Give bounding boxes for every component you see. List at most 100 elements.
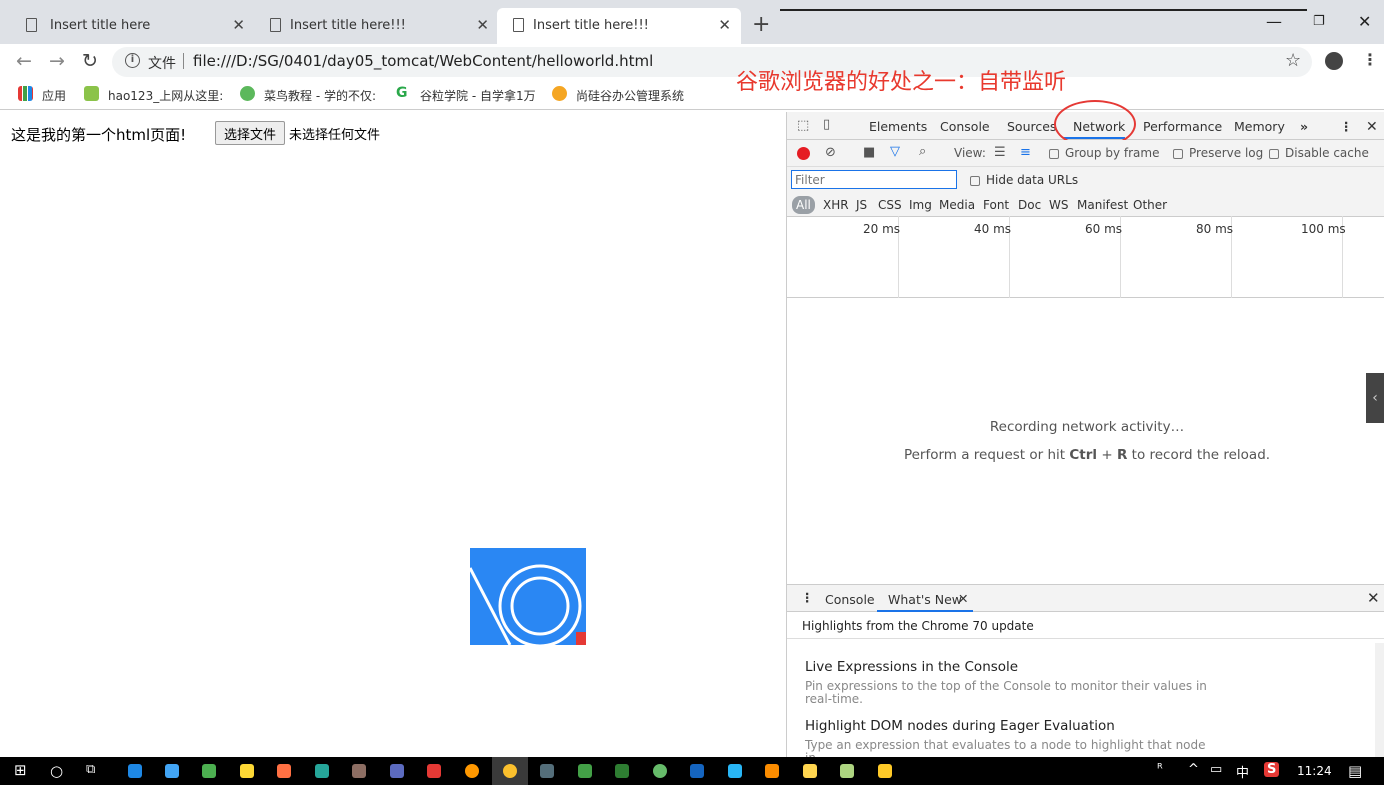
- close-devtools-icon[interactable]: ✕: [1366, 119, 1378, 135]
- info-icon[interactable]: i: [125, 53, 140, 68]
- eclipse-icon[interactable]: [540, 764, 554, 778]
- whats-new-item-title[interactable]: Live Expressions in the Console: [805, 659, 1018, 675]
- app-icon[interactable]: [615, 764, 629, 778]
- minimize-icon[interactable]: —: [1266, 12, 1282, 31]
- firefox-icon[interactable]: [465, 764, 479, 778]
- kebab-menu-icon[interactable]: ⋮: [1362, 50, 1378, 69]
- disable-cache-checkbox[interactable]: Disable cache: [1269, 146, 1369, 160]
- notification-icon[interactable]: ▤: [1348, 762, 1362, 780]
- people-icon[interactable]: ᴿ: [1157, 762, 1163, 777]
- app-icon[interactable]: [277, 764, 291, 778]
- player-icon[interactable]: [315, 764, 329, 778]
- notepad-icon[interactable]: [840, 764, 854, 778]
- device-toolbar-icon[interactable]: ▯: [823, 117, 830, 132]
- tab-3-active[interactable]: Insert title here!!! ✕: [497, 8, 741, 44]
- page-icon: [513, 18, 524, 32]
- screenshot-icon[interactable]: ■: [863, 145, 875, 160]
- ie-icon[interactable]: [165, 764, 179, 778]
- tab-1[interactable]: Insert title here ✕: [10, 8, 255, 44]
- taskbar-clock[interactable]: 11:24: [1297, 764, 1332, 778]
- app-icon[interactable]: [578, 764, 592, 778]
- type-filter-ws[interactable]: WS: [1049, 198, 1068, 212]
- choose-file-button[interactable]: 选择文件: [215, 121, 285, 145]
- app-icon[interactable]: [690, 764, 704, 778]
- bookmark-runoob[interactable]: 菜鸟教程 - 学的不仅:: [264, 87, 376, 104]
- url-text[interactable]: file:///D:/SG/0401/day05_tomcat/WebConte…: [193, 52, 653, 70]
- browser-window: Insert title here ✕ Insert title here!!!…: [0, 0, 1384, 757]
- close-drawer-icon[interactable]: ✕: [1367, 589, 1380, 607]
- more-tabs-icon[interactable]: »: [1300, 119, 1308, 134]
- type-filter-font[interactable]: Font: [983, 198, 1009, 212]
- bookmark-atguigu[interactable]: 尚硅谷办公管理系统: [576, 87, 684, 104]
- reload-icon[interactable]: ↻: [82, 50, 98, 72]
- bookmark-star-icon[interactable]: ☆: [1285, 50, 1301, 71]
- tab-2[interactable]: Insert title here!!! ✕: [254, 8, 499, 44]
- type-filter-media[interactable]: Media: [939, 198, 975, 212]
- hide-data-urls-checkbox[interactable]: Hide data URLs: [970, 173, 1078, 187]
- preserve-log-checkbox[interactable]: Preserve log: [1173, 146, 1263, 160]
- windows-start-icon[interactable]: ⊞: [14, 761, 27, 779]
- task-view-icon[interactable]: ⧉: [86, 762, 95, 777]
- close-whats-new-icon[interactable]: ✕: [958, 591, 968, 606]
- app-icon[interactable]: [803, 764, 817, 778]
- account-icon[interactable]: [1325, 52, 1343, 70]
- bookmark-guli[interactable]: 谷粒学院 - 自学拿1万: [420, 87, 536, 104]
- type-filter-xhr[interactable]: XHR: [823, 198, 849, 212]
- sidebar-collapse-icon[interactable]: ‹: [1366, 373, 1384, 423]
- type-filter-css[interactable]: CSS: [878, 198, 902, 212]
- app-icon[interactable]: [728, 764, 742, 778]
- file-explorer-icon[interactable]: [878, 764, 892, 778]
- qq-icon[interactable]: [240, 764, 254, 778]
- clear-icon[interactable]: ⊘: [825, 145, 836, 160]
- type-filter-all[interactable]: All: [792, 196, 815, 214]
- close-icon[interactable]: ✕: [232, 16, 245, 34]
- type-filter-doc[interactable]: Doc: [1018, 198, 1041, 212]
- recording-message: Recording network activity…: [989, 419, 1185, 435]
- tab-sources[interactable]: Sources: [1007, 119, 1056, 134]
- edge-icon[interactable]: [128, 764, 142, 778]
- type-filter-js[interactable]: JS: [856, 198, 867, 212]
- close-icon[interactable]: ✕: [476, 16, 489, 34]
- whats-new-item-title[interactable]: Highlight DOM nodes during Eager Evaluat…: [805, 718, 1115, 734]
- search-icon[interactable]: ⌕: [919, 144, 926, 159]
- input-method-icon[interactable]: 中: [1236, 762, 1249, 781]
- record-icon[interactable]: [797, 147, 810, 160]
- sogou-icon[interactable]: S: [1264, 762, 1280, 777]
- forward-icon[interactable]: →: [49, 50, 65, 72]
- drawer-tab-whats-new[interactable]: What's New: [888, 592, 962, 607]
- filter-icon[interactable]: ▽: [890, 144, 900, 159]
- back-icon[interactable]: ←: [16, 50, 32, 72]
- tab-console[interactable]: Console: [940, 119, 990, 134]
- filter-input[interactable]: [791, 170, 957, 189]
- close-window-icon[interactable]: ✕: [1358, 12, 1371, 31]
- bookmark-hao123[interactable]: hao123_上网从这里:: [108, 87, 223, 104]
- app-icon[interactable]: [653, 764, 667, 778]
- app-icon[interactable]: [765, 764, 779, 778]
- devtools-menu-icon[interactable]: ⋮: [1340, 119, 1353, 134]
- group-by-frame-checkbox[interactable]: Group by frame: [1049, 146, 1159, 160]
- tab-performance[interactable]: Performance: [1143, 119, 1222, 134]
- app-icon[interactable]: [352, 764, 366, 778]
- restore-icon[interactable]: ❐: [1313, 14, 1325, 29]
- drawer-tab-console[interactable]: Console: [825, 592, 875, 607]
- cortana-icon[interactable]: ○: [50, 762, 63, 780]
- tab-memory[interactable]: Memory: [1234, 119, 1285, 134]
- drawer-scrollbar[interactable]: [1375, 643, 1384, 757]
- close-icon[interactable]: ✕: [718, 16, 731, 34]
- type-filter-img[interactable]: Img: [909, 198, 932, 212]
- tab-elements[interactable]: Elements: [869, 119, 927, 134]
- chrome-icon[interactable]: [503, 764, 517, 778]
- app-icon[interactable]: [390, 764, 404, 778]
- app-icon[interactable]: [427, 764, 441, 778]
- new-tab-button[interactable]: +: [752, 14, 770, 36]
- inspect-element-icon[interactable]: ⬚: [797, 118, 809, 133]
- bookmark-apps[interactable]: 应用: [42, 87, 66, 104]
- type-filter-manifest[interactable]: Manifest: [1077, 198, 1128, 212]
- tray-overflow-icon[interactable]: ^: [1188, 762, 1199, 777]
- type-filter-other[interactable]: Other: [1133, 198, 1167, 212]
- battery-icon[interactable]: ▭: [1210, 762, 1222, 777]
- drawer-menu-icon[interactable]: ⋮: [801, 590, 814, 605]
- waterfall-view-icon[interactable]: ≡: [1020, 145, 1031, 160]
- wechat-icon[interactable]: [202, 764, 216, 778]
- list-view-icon[interactable]: ☰: [994, 145, 1006, 160]
